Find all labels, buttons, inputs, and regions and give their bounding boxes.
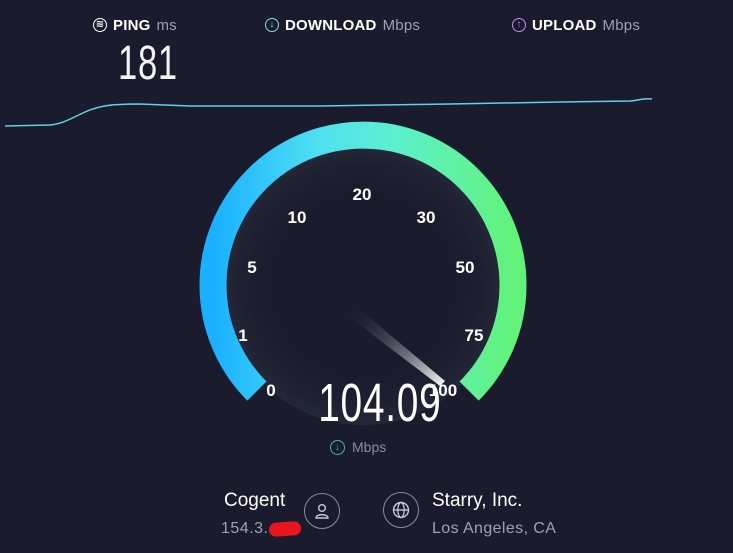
gauge-label-5: 5 — [247, 258, 256, 277]
server-name: Starry, Inc. — [432, 490, 523, 511]
server-location: Los Angeles, CA — [432, 520, 557, 537]
globe-icon-button[interactable] — [383, 492, 419, 528]
current-speed-unit: ↓ Mbps — [330, 439, 386, 455]
isp-ip-text: 154.3. — [221, 520, 269, 537]
gauge-label-30: 30 — [417, 208, 436, 227]
gauge-label-75: 75 — [465, 326, 484, 345]
speed-gauge: 0 1 5 10 20 30 50 75 100 — [199, 121, 527, 425]
user-icon-button[interactable] — [304, 493, 340, 529]
globe-icon — [392, 501, 410, 519]
isp-name: Cogent — [224, 490, 286, 511]
user-icon — [315, 504, 329, 519]
gauge-label-0: 0 — [266, 381, 275, 400]
isp-ip: 154.3. — [221, 520, 302, 538]
current-speed-value: 104.09 — [318, 373, 442, 433]
gauge-label-1: 1 — [238, 326, 247, 345]
gauge-label-10: 10 — [288, 208, 307, 227]
gauge-label-20: 20 — [353, 185, 372, 204]
redaction-mark — [269, 520, 302, 537]
speed-unit-label: Mbps — [352, 439, 387, 455]
gauge-label-50: 50 — [456, 258, 475, 277]
download-arrow-icon: ↓ — [330, 439, 345, 455]
